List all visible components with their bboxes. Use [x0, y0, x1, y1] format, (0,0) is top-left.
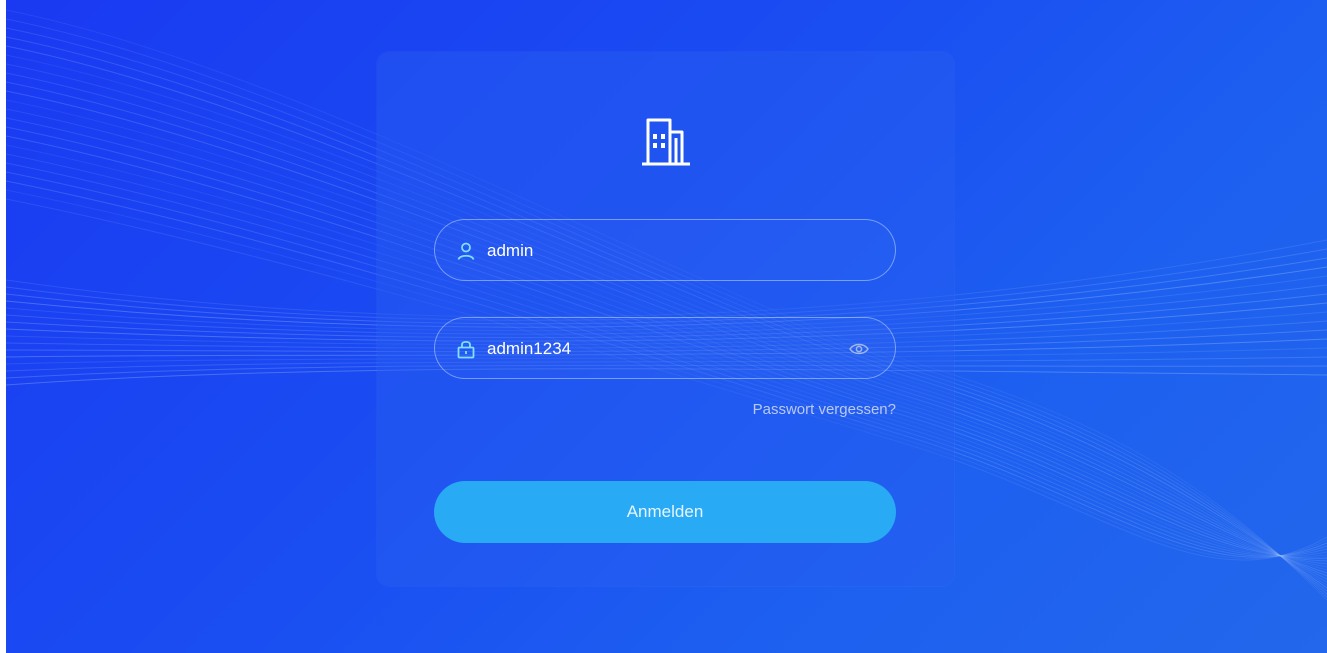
lock-icon — [456, 339, 476, 359]
eye-icon[interactable] — [849, 342, 869, 356]
building-icon — [636, 112, 696, 172]
password-input[interactable] — [487, 337, 817, 361]
login-button[interactable]: Anmelden — [434, 481, 896, 543]
forgot-password-link[interactable]: Passwort vergessen? — [753, 400, 896, 420]
password-field[interactable] — [434, 317, 896, 379]
user-icon — [456, 241, 476, 261]
username-field[interactable] — [434, 219, 896, 281]
username-input[interactable] — [487, 239, 817, 263]
login-screen: Passwort vergessen? Anmelden — [6, 0, 1327, 653]
login-card: Passwort vergessen? Anmelden — [377, 52, 954, 586]
